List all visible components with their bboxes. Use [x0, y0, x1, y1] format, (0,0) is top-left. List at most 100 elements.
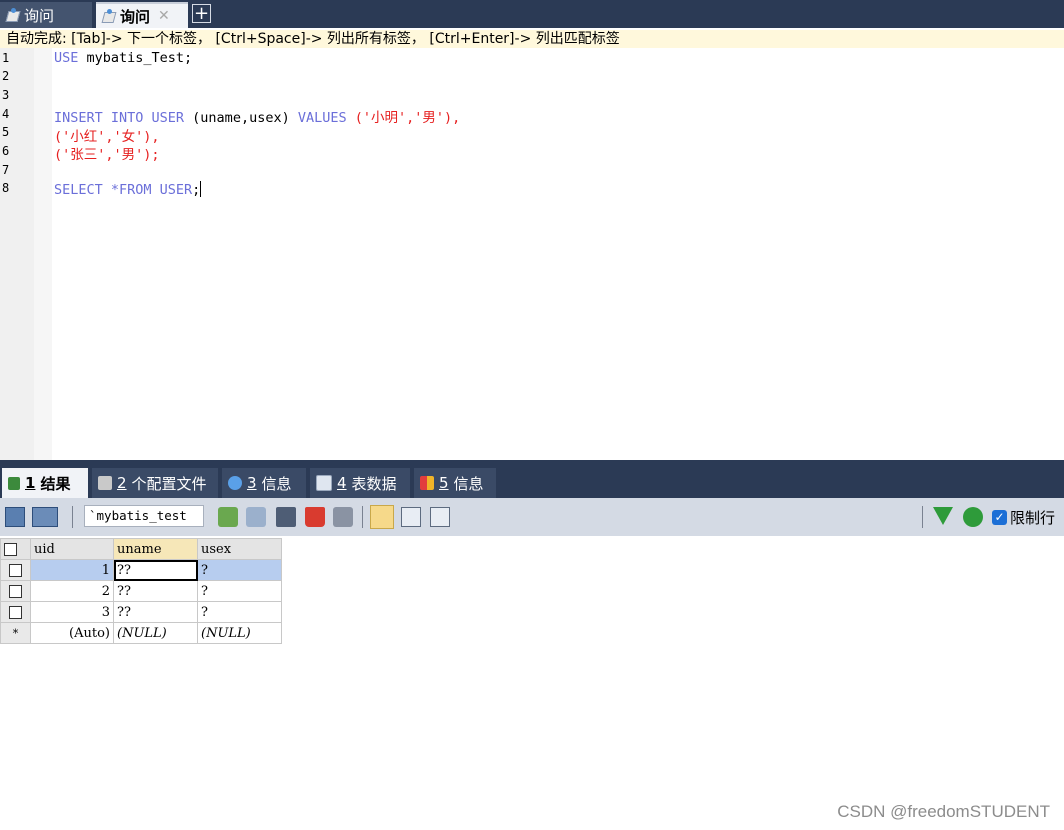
- limit-rows-label: 限制行: [1010, 509, 1056, 527]
- tab-number: 4: [337, 474, 347, 492]
- checkbox-icon: [9, 605, 22, 619]
- query-tab-strip: 询问 询问 ✕ +: [0, 0, 1064, 28]
- sql-text: ;: [192, 182, 201, 198]
- result-toolbar: `mybatis_test ✓ 限制行: [0, 498, 1064, 536]
- tab-number: 1: [25, 474, 36, 492]
- checkbox-checked-icon[interactable]: ✓: [992, 510, 1007, 525]
- cell-uid[interactable]: 2: [30, 580, 114, 602]
- line-number: 8: [2, 181, 10, 195]
- line-number: 1: [2, 51, 10, 65]
- table-row[interactable]: 2 ?? ?: [0, 580, 282, 602]
- duplicate-row-icon[interactable]: [246, 507, 266, 527]
- cell-uname[interactable]: ??: [113, 601, 198, 623]
- line-number: 4: [2, 107, 10, 121]
- tab-number: 5: [439, 474, 449, 492]
- tab-label: 个配置文件: [131, 474, 207, 493]
- sql-keyword: VALUES: [297, 110, 347, 126]
- code-line-4: INSERT INTO USER (uname,usex) VALUES ('小…: [54, 106, 460, 126]
- text-view-icon[interactable]: [430, 507, 450, 527]
- code-line-8: SELECT *FROM USER;: [54, 181, 202, 198]
- line-number: 3: [2, 88, 10, 102]
- code-line-6: ('张三','男');: [54, 143, 160, 163]
- delete-icon[interactable]: [305, 507, 325, 527]
- grid-view-icon[interactable]: [370, 505, 394, 529]
- tab-info[interactable]: 5 信息: [414, 468, 496, 498]
- checkbox-icon: [9, 563, 22, 577]
- database-select[interactable]: `mybatis_test: [84, 505, 204, 527]
- table-row[interactable]: 3 ?? ?: [0, 601, 282, 623]
- select-all-checkbox[interactable]: [0, 538, 31, 560]
- sql-string: ('张三','男');: [54, 147, 160, 163]
- autocomplete-hint: 自动完成: [Tab]-> 下一个标签， [Ctrl+Space]-> 列出所有…: [0, 30, 1064, 48]
- tab-result[interactable]: 1 结果: [2, 468, 88, 498]
- cell-usex[interactable]: ?: [197, 559, 282, 581]
- line-number: 7: [2, 163, 10, 177]
- add-row-icon[interactable]: [218, 507, 238, 527]
- table-row[interactable]: 1 ?? ?: [0, 559, 282, 581]
- query-icon: [102, 9, 116, 23]
- column-header-usex[interactable]: usex: [197, 538, 282, 560]
- cell-uname[interactable]: (NULL): [113, 622, 198, 644]
- new-tab-button[interactable]: +: [192, 4, 211, 23]
- tab-messages[interactable]: 3 信息: [222, 468, 306, 498]
- column-header-uid[interactable]: uid: [30, 538, 114, 560]
- line-number: 5: [2, 125, 10, 139]
- watermark: CSDN @freedomSTUDENT: [837, 802, 1050, 821]
- grid-header-row: uid uname usex: [0, 538, 282, 560]
- tab-number: 3: [247, 474, 257, 492]
- line-number-gutter: 1 2 3 4 5 6 7 8: [0, 48, 34, 462]
- cell-uid[interactable]: (Auto): [30, 622, 114, 644]
- import-dropdown-icon[interactable]: [32, 507, 58, 527]
- new-row-marker: *: [0, 622, 31, 644]
- table-icon: [316, 475, 332, 491]
- code-line-5: ('小红','女'),: [54, 125, 160, 145]
- sql-keyword: USE: [54, 50, 79, 66]
- close-icon[interactable]: ✕: [158, 8, 170, 24]
- tab-label: 信息: [453, 474, 484, 493]
- limit-rows-toggle[interactable]: ✓ 限制行: [992, 507, 1055, 528]
- row-checkbox[interactable]: [0, 601, 31, 623]
- refresh-icon[interactable]: [963, 507, 983, 527]
- cell-usex[interactable]: ?: [197, 601, 282, 623]
- cell-uid[interactable]: 1: [30, 559, 114, 581]
- info-colored-icon: [420, 476, 434, 490]
- form-view-icon[interactable]: [401, 507, 421, 527]
- tab-number: 2: [117, 474, 127, 492]
- tab-label: 信息: [261, 474, 292, 493]
- sql-keyword: INSERT INTO USER: [54, 110, 185, 126]
- cell-usex[interactable]: (NULL): [197, 622, 282, 644]
- query-tab-1[interactable]: 询问: [0, 2, 92, 28]
- discard-icon[interactable]: [333, 507, 353, 527]
- sql-string: ('小明','男'),: [346, 110, 461, 126]
- line-number: 6: [2, 144, 10, 158]
- cell-uname[interactable]: ??: [113, 559, 198, 581]
- save-icon[interactable]: [276, 507, 296, 527]
- tab-label: 结果: [40, 474, 71, 493]
- tab-table-data[interactable]: 4 表数据: [310, 468, 410, 498]
- new-row[interactable]: * (Auto) (NULL) (NULL): [0, 622, 282, 644]
- export-icon[interactable]: [5, 507, 25, 527]
- filter-icon[interactable]: [933, 507, 953, 525]
- sql-keyword: SELECT *FROM USER: [54, 182, 193, 198]
- info-icon: [228, 476, 242, 490]
- row-checkbox[interactable]: [0, 580, 31, 602]
- checkbox-icon: [9, 584, 22, 598]
- toolbar-separator: [922, 506, 923, 528]
- checkbox-icon: [4, 542, 17, 556]
- query-icon: [6, 8, 20, 22]
- sql-text: (uname,usex): [184, 110, 298, 126]
- result-tab-strip: 1 结果 2 个配置文件 3 信息 4 表数据 5 信息: [0, 464, 1064, 498]
- fold-margin: [34, 48, 52, 462]
- cell-uid[interactable]: 3: [30, 601, 114, 623]
- cell-usex[interactable]: ?: [197, 580, 282, 602]
- line-number: 2: [2, 69, 10, 83]
- column-header-uname[interactable]: uname: [113, 538, 198, 560]
- toolbar-separator: [362, 506, 363, 528]
- toolbar-separator: [72, 506, 73, 528]
- tab-profile[interactable]: 2 个配置文件: [92, 468, 218, 498]
- query-tab-2[interactable]: 询问 ✕: [96, 2, 188, 28]
- sql-editor[interactable]: 1 2 3 4 5 6 7 8 USE mybatis_Test; INSERT…: [0, 48, 1064, 462]
- text-cursor: [200, 181, 202, 197]
- row-checkbox[interactable]: [0, 559, 31, 581]
- cell-uname[interactable]: ??: [113, 580, 198, 602]
